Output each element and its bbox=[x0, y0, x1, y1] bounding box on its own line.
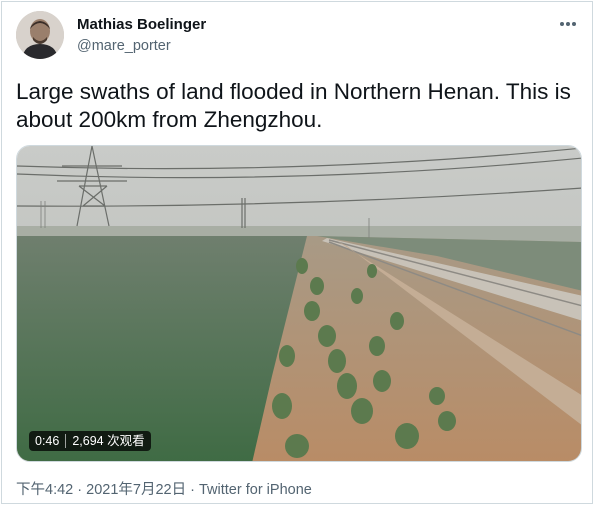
tweet-card[interactable]: Mathias Boelinger @mare_porter Large swa… bbox=[1, 1, 593, 504]
author-avatar[interactable] bbox=[16, 11, 64, 59]
video-view-count: 2,694 次观看 bbox=[72, 434, 145, 448]
tweet-text: Large swaths of land flooded in Northern… bbox=[16, 79, 571, 132]
meta-separator: · bbox=[190, 482, 195, 498]
meta-separator: · bbox=[77, 482, 83, 498]
more-dots-icon bbox=[560, 22, 576, 26]
video-duration: 0:46 bbox=[35, 434, 60, 448]
video-badges: 0:46 2,694 次观看 bbox=[29, 431, 151, 451]
tweet-date[interactable]: 2021年7月22日 bbox=[86, 482, 186, 498]
tweet-metadata: 下午4:42 · 2021年7月22日 · Twitter for iPhone bbox=[16, 480, 312, 500]
author-name[interactable]: Mathias Boelinger bbox=[77, 15, 206, 34]
flooded-landscape-video-frame bbox=[17, 146, 581, 461]
author-handle[interactable]: @mare_porter bbox=[77, 36, 206, 56]
author-info: Mathias Boelinger @mare_porter bbox=[77, 15, 206, 56]
tweet-source[interactable]: Twitter for iPhone bbox=[199, 482, 312, 498]
more-options-button[interactable] bbox=[556, 14, 580, 34]
person-avatar-icon bbox=[16, 11, 64, 59]
video-player[interactable]: 0:46 2,694 次观看 bbox=[16, 145, 582, 462]
tweet-time[interactable]: 下午4:42 bbox=[16, 482, 73, 498]
